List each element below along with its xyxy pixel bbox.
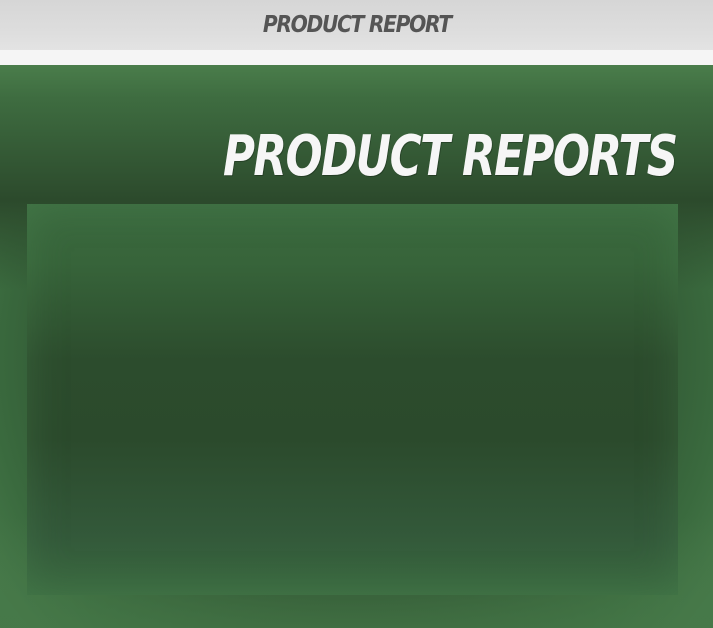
reports-content-panel [27,204,678,595]
header-divider [0,50,713,65]
page-heading: PRODUCT REPORTS [223,124,678,189]
header-title: PRODUCT REPORT [262,12,451,38]
top-header-bar: PRODUCT REPORT [0,0,713,50]
main-content-area: PRODUCT REPORTS [0,65,713,628]
